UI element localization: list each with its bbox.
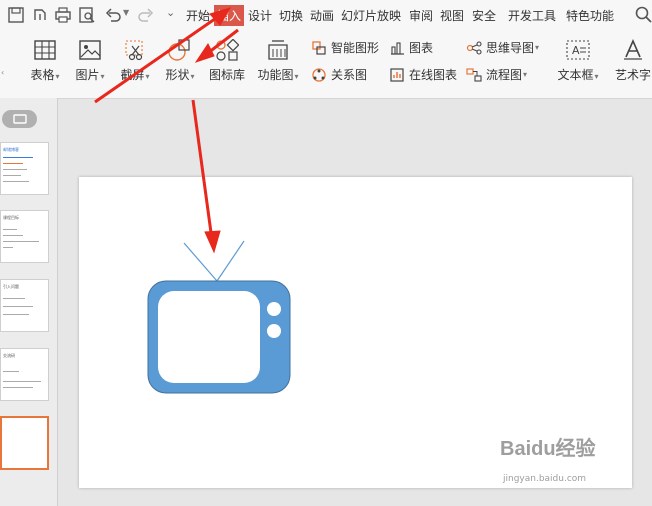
insert-ribbon: ‹ 表格▾ 图片▾ 截屏▾ 形状▾ 图标库 功能图▾ 智能图形 图表 关系图 在…: [0, 30, 652, 99]
slide-thumbnail[interactable]: 交流研: [0, 348, 49, 401]
icon-library-label: 图标库: [208, 68, 245, 82]
slide-thumbnail[interactable]: 邮储博客: [0, 142, 49, 195]
textbox-icon: A: [566, 40, 590, 60]
relation-chart-icon: [312, 67, 326, 82]
screenshot-button[interactable]: 截屏▾: [117, 39, 153, 83]
slide-thumbnail-panel: 邮储博客 课程目标 引入问题 交流研: [0, 98, 58, 506]
picture-icon: [79, 40, 101, 60]
undo-dropdown-caret[interactable]: ▼: [123, 8, 129, 17]
flowchart-icon: [466, 67, 482, 82]
art-text-button[interactable]: 艺术字: [611, 39, 652, 83]
tab-special[interactable]: 特色功能: [566, 7, 614, 24]
svg-text:A: A: [572, 44, 580, 57]
thumbnail-title: 课程目标: [3, 215, 19, 220]
save-icon[interactable]: [7, 6, 25, 24]
textbox-button[interactable]: A 文本框▾: [555, 39, 601, 83]
smart-graphic-icon: [312, 40, 326, 55]
ribbon-scroll-left-icon[interactable]: ‹: [1, 68, 4, 77]
picture-label: 图片: [75, 68, 100, 82]
shape-button[interactable]: 形状▾: [162, 39, 198, 83]
print-icon[interactable]: [54, 6, 72, 24]
export-icon[interactable]: [31, 6, 49, 24]
shape-label: 形状: [165, 68, 190, 82]
thumbnail-title: 引入问题: [3, 284, 19, 289]
tab-review[interactable]: 审阅: [409, 7, 433, 24]
redo-icon[interactable]: [137, 6, 155, 24]
view-toggle[interactable]: [2, 110, 37, 128]
mind-map-label: 思维导图: [486, 41, 535, 55]
function-chart-button[interactable]: 功能图▾: [255, 39, 301, 83]
tab-security[interactable]: 安全: [472, 7, 496, 24]
art-text-icon: [624, 39, 642, 60]
slide-thumbnail[interactable]: 课程目标: [0, 210, 49, 263]
watermark-url: jingyan.baidu.com: [503, 474, 587, 484]
baidu-watermark: Baidu经验 jingyan.baidu.com: [500, 432, 596, 484]
shapes-icon: [168, 39, 190, 61]
tab-transition[interactable]: 切换: [279, 7, 303, 24]
table-button[interactable]: 表格▾: [26, 39, 64, 83]
textbox-label: 文本框: [557, 68, 594, 82]
table-icon: [34, 40, 56, 60]
more-quick-access-icon[interactable]: ⌄: [166, 6, 175, 19]
chart-button[interactable]: 图表: [389, 39, 433, 56]
function-chart-label: 功能图: [257, 68, 294, 82]
relation-chart-button[interactable]: 关系图: [311, 66, 367, 83]
online-chart-button[interactable]: 在线图表: [389, 66, 457, 83]
flowchart-button[interactable]: 流程图 ▾: [466, 66, 527, 83]
icon-library-button[interactable]: 图标库: [207, 39, 247, 83]
mind-map-icon: [466, 40, 482, 55]
slide-thumbnail[interactable]: 引入问题: [0, 279, 49, 332]
search-icon[interactable]: [634, 5, 652, 23]
thumbnail-title: 交流研: [3, 353, 15, 358]
online-chart-icon: [390, 67, 404, 82]
menu-bar: ▼ ⌄ 开始 插入 设计 切换 动画 幻灯片放映 审阅 视图 安全 开发工具 特…: [0, 0, 652, 30]
scissors-icon: [125, 40, 143, 61]
chart-label: 图表: [409, 41, 434, 55]
icon-library-icon: [216, 39, 239, 61]
art-text-label: 艺术字: [614, 68, 651, 82]
tab-animation[interactable]: 动画: [310, 7, 334, 24]
tab-view[interactable]: 视图: [440, 7, 464, 24]
tab-home[interactable]: 开始: [186, 7, 210, 24]
screenshot-label: 截屏: [120, 68, 145, 82]
online-chart-label: 在线图表: [409, 68, 458, 82]
smart-graphic-button[interactable]: 智能图形: [311, 39, 379, 56]
print-preview-icon[interactable]: [78, 6, 96, 24]
tab-slideshow[interactable]: 幻灯片放映: [341, 7, 401, 24]
relation-chart-label: 关系图: [331, 68, 368, 82]
table-label: 表格: [30, 68, 55, 82]
watermark-brand: Baidu经验: [500, 438, 596, 460]
slide-view-icon: [13, 114, 27, 124]
tab-design[interactable]: 设计: [248, 7, 272, 24]
bar-chart-icon: [391, 41, 404, 55]
smart-graphic-label: 智能图形: [331, 41, 380, 55]
mind-map-button[interactable]: 思维导图 ▾: [466, 39, 539, 56]
function-chart-icon: [268, 40, 288, 60]
flowchart-label: 流程图: [486, 68, 523, 82]
undo-icon[interactable]: [104, 6, 122, 24]
tab-developer[interactable]: 开发工具: [508, 7, 556, 24]
tab-insert[interactable]: 插入: [214, 5, 245, 26]
slide-thumbnail-selected[interactable]: [0, 416, 49, 470]
picture-button[interactable]: 图片▾: [72, 39, 108, 83]
thumbnail-title: 邮储博客: [3, 147, 19, 152]
